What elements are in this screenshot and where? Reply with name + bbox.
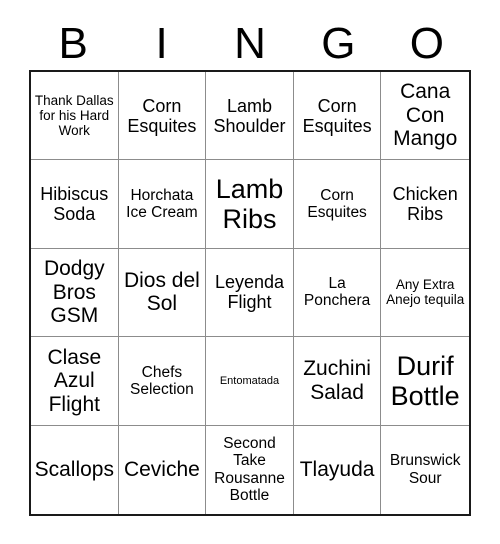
bingo-cell[interactable]: Clase Azul Flight bbox=[31, 337, 119, 426]
bingo-cell[interactable]: Chicken Ribs bbox=[381, 160, 469, 249]
bingo-cell[interactable]: Corn Esquites bbox=[293, 160, 382, 249]
bingo-cell-label: Ceviche bbox=[123, 458, 200, 482]
bingo-cell-label: Horchata Ice Cream bbox=[126, 186, 198, 222]
bingo-card: B I N G O Thank Dallas for his Hard Work… bbox=[0, 0, 500, 544]
bingo-cell[interactable]: Corn Esquites bbox=[293, 72, 382, 161]
bingo-header-letter-g: G bbox=[321, 18, 356, 68]
bingo-cell[interactable]: Horchata Ice Cream bbox=[118, 160, 207, 249]
bingo-cell-label: Lamb Ribs bbox=[215, 173, 284, 235]
bingo-cell-label: Corn Esquites bbox=[302, 95, 372, 136]
bingo-cell-label: Scallops bbox=[34, 458, 114, 482]
bingo-cell-label: Zuchini Salad bbox=[303, 357, 371, 404]
bingo-header-letter-b: B bbox=[58, 18, 88, 68]
bingo-cell-label: Entomatada bbox=[219, 374, 280, 387]
bingo-cell-label: Corn Esquites bbox=[127, 95, 197, 136]
bingo-cell[interactable]: Scallops bbox=[31, 425, 119, 514]
bingo-cell-label: Second Take Rousanne Bottle bbox=[214, 435, 285, 505]
bingo-cell[interactable]: Hibiscus Soda bbox=[31, 160, 119, 249]
bingo-cell-label: La Ponchera bbox=[303, 275, 371, 310]
bingo-cell-label: Hibiscus Soda bbox=[40, 183, 109, 225]
bingo-cell-label: Brunswick Sour bbox=[389, 452, 461, 487]
bingo-header-letter-i: I bbox=[155, 18, 168, 68]
bingo-cell[interactable]: Lamb Shoulder bbox=[206, 72, 294, 161]
bingo-cell-label: Chefs Selection bbox=[130, 363, 194, 398]
bingo-cell[interactable]: Second Take Rousanne Bottle bbox=[206, 425, 294, 514]
bingo-cell[interactable]: Cana Con Mango bbox=[381, 72, 469, 161]
bingo-cell-label: Thank Dallas for his Hard Work bbox=[34, 93, 114, 139]
bingo-cell[interactable]: Leyenda Flight bbox=[206, 248, 294, 338]
bingo-cell[interactable]: Ceviche bbox=[119, 425, 207, 514]
bingo-header-letter-o: O bbox=[409, 18, 444, 68]
bingo-grid: Thank Dallas for his Hard Work Corn Esqui… bbox=[29, 70, 471, 516]
bingo-cell[interactable]: Dodgy Bros GSM bbox=[31, 248, 119, 338]
bingo-cell[interactable]: Brunswick Sour bbox=[381, 426, 469, 514]
bingo-cell-label: Any Extra Anejo tequila bbox=[386, 277, 465, 308]
bingo-cell[interactable]: Any Extra Anejo tequila bbox=[381, 249, 469, 338]
bingo-cell-label: Clase Azul Flight bbox=[47, 345, 102, 416]
bingo-cell-label: Tlayuda bbox=[299, 458, 375, 482]
bingo-cell[interactable]: Thank Dallas for his Hard Work bbox=[31, 72, 119, 161]
bingo-cell[interactable]: Durif Bottle bbox=[381, 337, 469, 426]
bingo-cell[interactable]: Zuchini Salad bbox=[293, 337, 382, 426]
bingo-cell-label: Chicken Ribs bbox=[392, 183, 458, 225]
bingo-header-letter-n: N bbox=[234, 18, 266, 68]
bingo-cell-label: Durif Bottle bbox=[390, 350, 460, 411]
bingo-cell-label: Dios del Sol bbox=[123, 268, 200, 316]
bingo-cell[interactable]: Chefs Selection bbox=[118, 337, 207, 426]
bingo-cell[interactable]: Lamb Ribs bbox=[206, 160, 294, 249]
bingo-cell-label: Corn Esquites bbox=[307, 186, 367, 222]
bingo-cell[interactable]: La Ponchera bbox=[293, 248, 382, 338]
bingo-cell-label: Cana Con Mango bbox=[393, 80, 458, 151]
bingo-cell[interactable]: Tlayuda bbox=[294, 425, 382, 514]
bingo-cell[interactable]: Corn Esquites bbox=[118, 72, 207, 161]
bingo-cell-label: Dodgy Bros GSM bbox=[43, 257, 105, 328]
bingo-cell[interactable]: Entomatada bbox=[206, 337, 294, 426]
bingo-cell-label: Leyenda Flight bbox=[214, 272, 285, 313]
bingo-header-row: B I N G O bbox=[29, 16, 471, 71]
bingo-cell[interactable]: Dios del Sol bbox=[118, 248, 207, 338]
bingo-cell-label: Lamb Shoulder bbox=[213, 95, 286, 136]
